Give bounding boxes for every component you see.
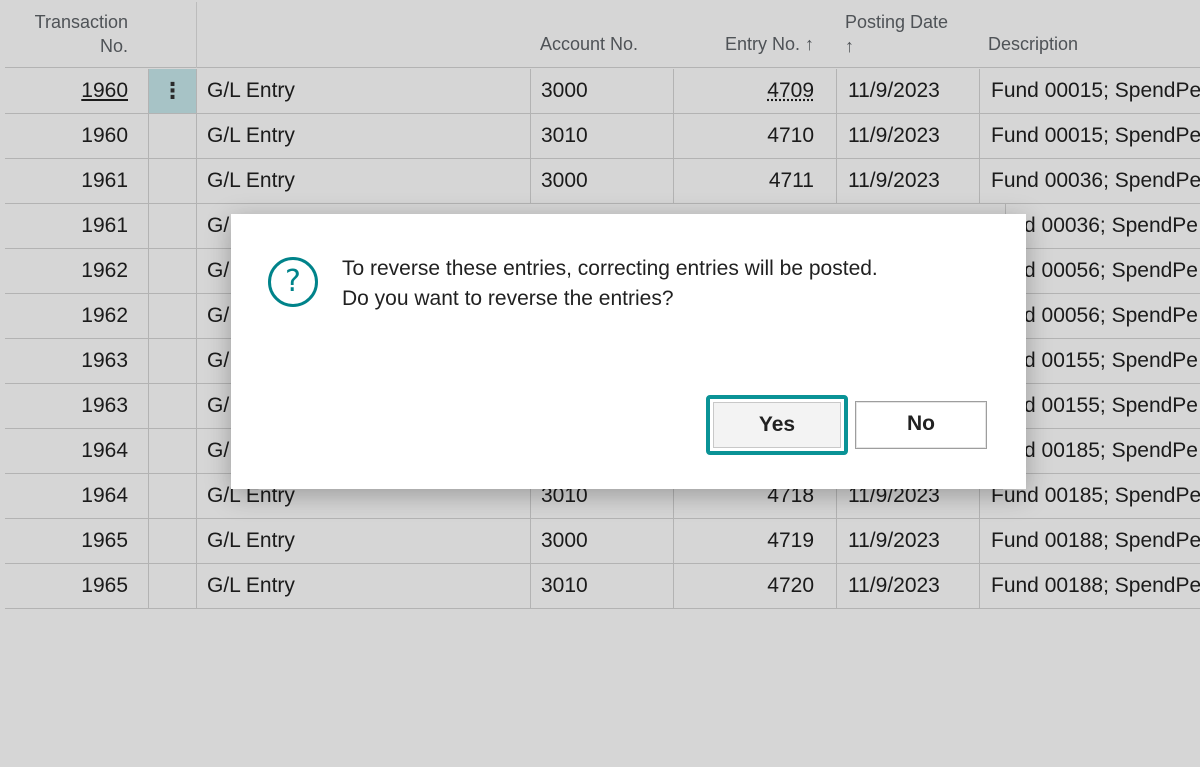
dialog-message-line1: To reverse these entries, correcting ent… [342,257,878,280]
yes-button[interactable]: Yes [706,395,848,455]
dialog-message-line2: Do you want to reverse the entries? [342,287,674,310]
no-button[interactable]: No [853,399,989,451]
confirm-reverse-dialog: ? To reverse these entries, correcting e… [231,214,1026,489]
yes-button-label: Yes [713,402,841,448]
question-icon: ? [268,257,318,307]
dialog-message: To reverse these entries, correcting ent… [342,254,982,314]
